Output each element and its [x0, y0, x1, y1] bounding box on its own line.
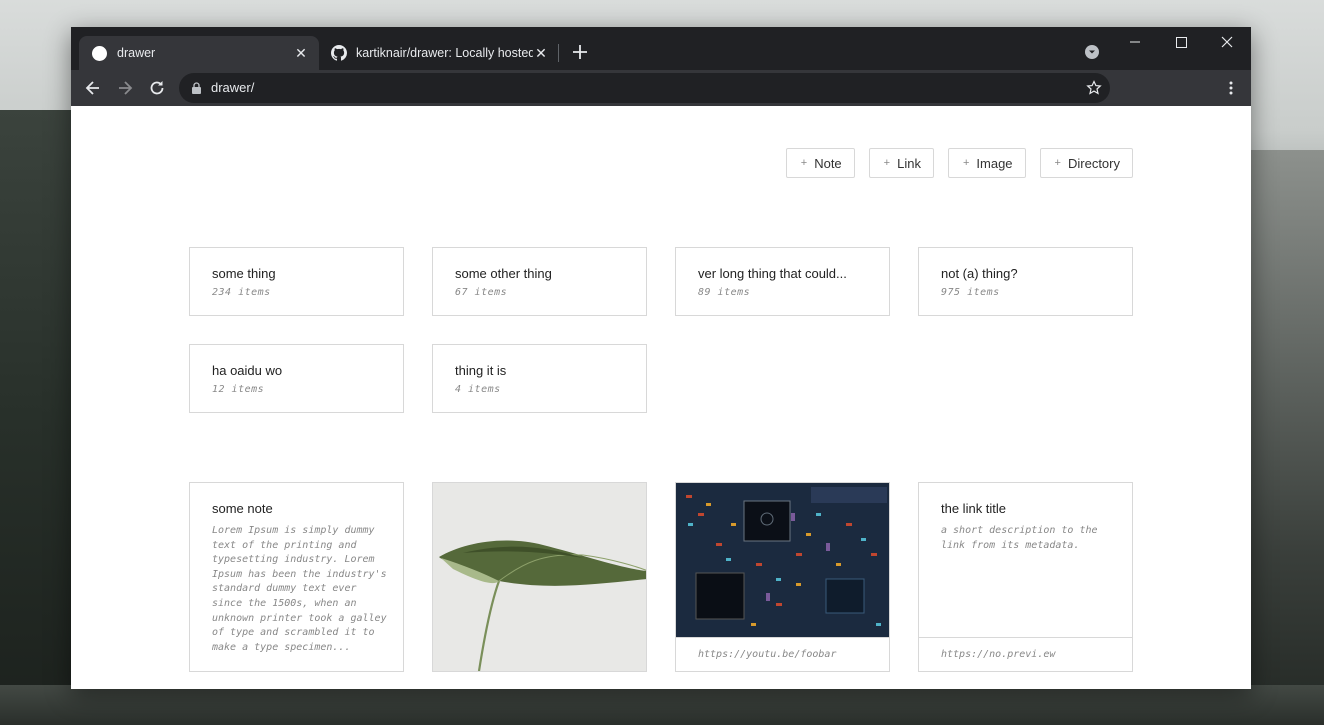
tab-drawer[interactable]: drawer ✕ — [79, 36, 319, 70]
link-footer: https://no.previ.ew — [919, 637, 1132, 671]
directory-count: 89 items — [698, 287, 751, 298]
favicon-icon — [92, 45, 107, 61]
directory-card[interactable]: some other thing 67 items — [432, 247, 647, 316]
browser-titlebar: drawer ✕ kartiknair/drawer: Locally host… — [71, 27, 1251, 70]
plus-icon: + — [962, 157, 970, 169]
link-description: a short description to the link from its… — [941, 525, 1098, 551]
link-footer: https://youtu.be/foobar — [676, 637, 889, 671]
plus-icon: + — [883, 157, 891, 169]
note-body: Lorem Ipsum is simply dummy text of the … — [212, 525, 387, 653]
directory-card[interactable]: ha oaidu wo 12 items — [189, 344, 404, 413]
directory-count: 4 items — [455, 384, 501, 395]
more-menu-icon[interactable] — [1223, 80, 1239, 96]
address-bar[interactable]: drawer/ — [179, 73, 1110, 103]
minimize-icon[interactable] — [1112, 33, 1158, 51]
image-card[interactable] — [432, 482, 647, 672]
forward-icon[interactable] — [115, 78, 135, 98]
tab-title: kartiknair/drawer: Locally hosted — [356, 46, 533, 60]
button-label: Note — [814, 155, 842, 171]
directory-name: not (a) thing? — [941, 266, 1018, 281]
directory-count: 67 items — [455, 287, 508, 298]
directory-name: thing it is — [455, 363, 507, 378]
background-forest — [0, 110, 80, 725]
maximize-icon[interactable] — [1158, 33, 1204, 51]
add-note-button[interactable]: + Note — [785, 148, 855, 178]
directory-card[interactable]: some thing 234 items — [189, 247, 404, 316]
tab-github[interactable]: kartiknair/drawer: Locally hosted ✕ — [327, 36, 559, 70]
close-icon[interactable]: ✕ — [533, 45, 549, 61]
button-label: Directory — [1067, 155, 1120, 171]
link-url: https://youtu.be/foobar — [698, 649, 837, 660]
directory-count: 975 items — [941, 287, 1000, 298]
drawer-page: + Note + Link + Image + Directory some t… — [71, 106, 1251, 689]
browser-window: drawer ✕ kartiknair/drawer: Locally host… — [71, 27, 1251, 689]
back-icon[interactable] — [83, 78, 103, 98]
add-image-button[interactable]: + Image — [947, 148, 1026, 178]
close-icon[interactable]: ✕ — [293, 45, 309, 61]
bookmark-star-icon[interactable] — [1086, 80, 1102, 96]
directory-count: 234 items — [212, 287, 271, 298]
browser-toolbar: drawer/ — [71, 70, 1251, 106]
reload-icon[interactable] — [147, 78, 167, 98]
directory-name: some thing — [212, 266, 276, 281]
directory-name: ver long thing that could... — [698, 266, 847, 281]
note-title: some note — [212, 501, 273, 516]
plus-icon: + — [800, 157, 808, 169]
background-mountain — [1244, 150, 1324, 725]
directory-card[interactable]: not (a) thing? 975 items — [918, 247, 1133, 316]
add-link-button[interactable]: + Link — [868, 148, 934, 178]
directory-card[interactable]: ver long thing that could... 89 items — [675, 247, 890, 316]
video-link-card[interactable]: https://youtu.be/foobar — [675, 482, 890, 672]
tab-separator — [558, 44, 559, 62]
button-label: Link — [897, 155, 921, 171]
tab-title: drawer — [117, 46, 156, 60]
directory-count: 12 items — [212, 384, 265, 395]
link-card[interactable]: the link title a short description to th… — [918, 482, 1133, 672]
directory-name: ha oaidu wo — [212, 363, 283, 378]
github-icon — [331, 45, 347, 61]
action-bar: + Note + Link + Image + Directory — [785, 148, 1133, 178]
add-directory-button[interactable]: + Directory — [1039, 148, 1133, 178]
url-text: drawer/ — [211, 80, 255, 95]
directory-name: some other thing — [455, 266, 552, 281]
note-card[interactable]: some note Lorem Ipsum is simply dummy te… — [189, 482, 404, 672]
background-lake — [0, 685, 1324, 725]
directory-card[interactable]: thing it is 4 items — [432, 344, 647, 413]
link-url: https://no.previ.ew — [941, 649, 1056, 660]
plus-icon: + — [1054, 157, 1061, 169]
tab-search-icon[interactable] — [1085, 45, 1099, 59]
link-title: the link title — [941, 501, 1007, 516]
button-label: Image — [976, 155, 1013, 171]
window-close-icon[interactable] — [1204, 33, 1250, 51]
new-tab-icon[interactable] — [569, 41, 591, 63]
leaf-image — [433, 483, 646, 671]
circuit-board-image — [676, 483, 889, 639]
lock-icon — [192, 82, 201, 94]
